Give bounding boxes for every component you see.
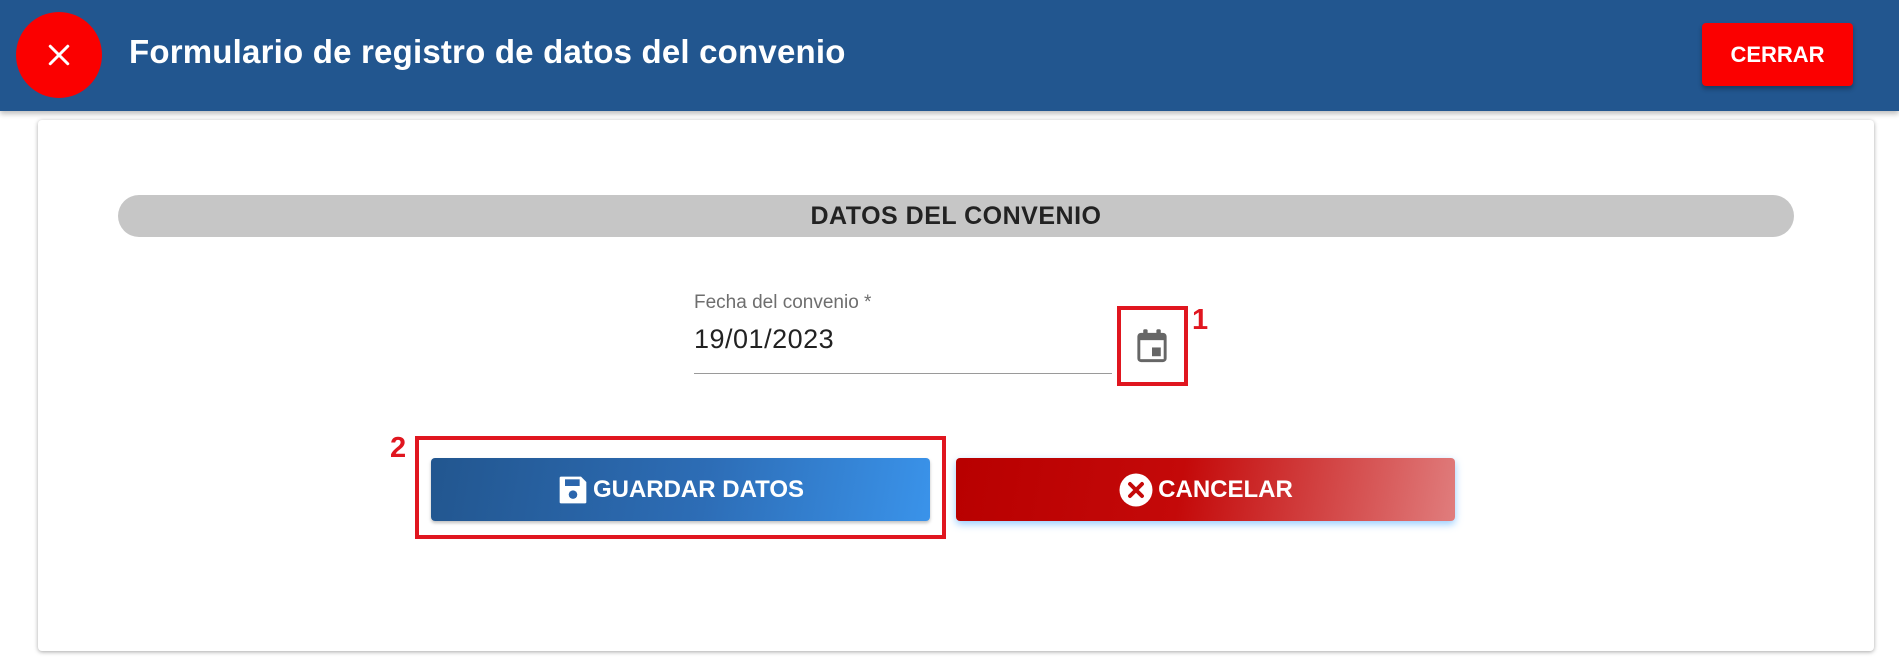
form-card: DATOS DEL CONVENIO Fecha del convenio * … [38, 120, 1874, 651]
date-field-label: Fecha del convenio * [694, 292, 872, 313]
section-title-text: DATOS DEL CONVENIO [810, 201, 1102, 230]
annotation-number-1: 1 [1192, 304, 1209, 336]
section-title: DATOS DEL CONVENIO [118, 195, 1794, 237]
cerrar-button[interactable]: CERRAR [1702, 23, 1853, 86]
close-form-button[interactable] [16, 12, 102, 98]
close-icon [48, 44, 70, 66]
annotation-number-2: 2 [390, 432, 407, 464]
annotation-box-1 [1117, 306, 1188, 386]
cancel-button[interactable]: CANCELAR [956, 458, 1455, 521]
annotation-box-2 [415, 436, 946, 539]
page-title: Formulario de registro de datos del conv… [129, 33, 846, 70]
date-input[interactable] [694, 320, 1094, 358]
header-bar: Formulario de registro de datos del conv… [0, 0, 1899, 111]
cancel-button-label: CANCELAR [1158, 475, 1293, 503]
cancel-circle-icon [1119, 473, 1153, 506]
date-input-underline [694, 373, 1112, 374]
